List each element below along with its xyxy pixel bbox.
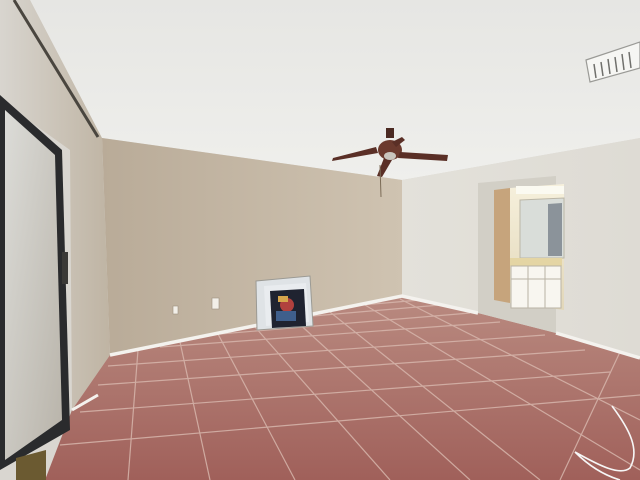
mirror-reflection: [548, 203, 562, 256]
sliding-glass-door[interactable]: [0, 95, 70, 480]
doorway-icon: [478, 176, 565, 333]
room-scene: [0, 0, 640, 480]
wall-outlet-low: [172, 305, 179, 315]
bathroom-light: [516, 186, 564, 194]
door-glass: [5, 110, 62, 460]
picture-icon: [255, 275, 314, 331]
door-handle[interactable]: [62, 252, 68, 284]
wall-outlet: [211, 297, 220, 310]
vanity-icon: [510, 265, 562, 309]
vanity-counter: [510, 258, 562, 266]
room-illustration: [0, 0, 640, 480]
